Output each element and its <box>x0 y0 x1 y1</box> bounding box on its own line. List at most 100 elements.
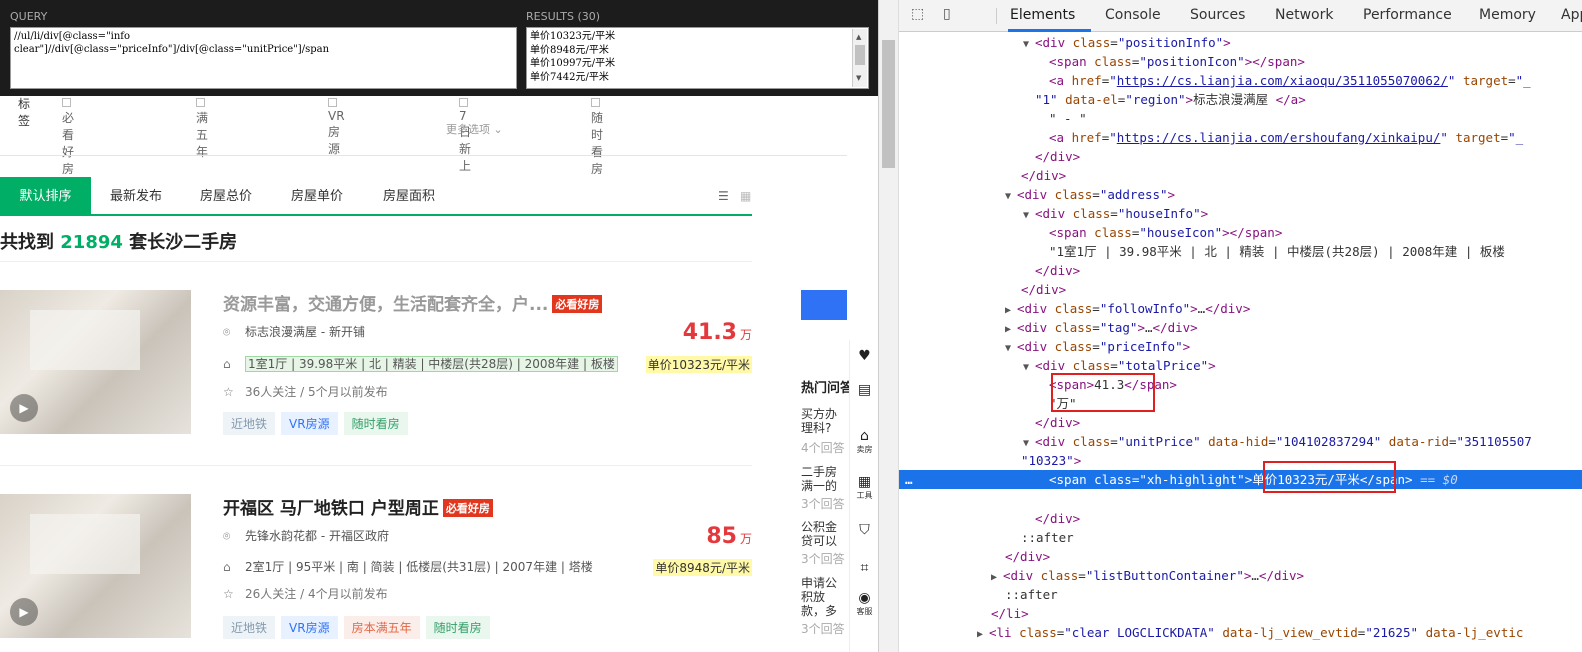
xpath-helper-panel: QUERY RESULTS (30) //ul/li/div[@class="i… <box>0 0 878 96</box>
tab-unit-price[interactable]: 房屋单价 <box>271 177 363 214</box>
tab-area[interactable]: 房屋面积 <box>363 177 455 214</box>
list-view-icon[interactable]: ☰ <box>718 189 729 203</box>
dom-node[interactable]: <span class="houseIcon"></span> <box>899 223 1582 242</box>
dom-node[interactable]: ▼ <div class="positionInfo"> <box>899 33 1582 52</box>
calculator-icon[interactable]: ▤ <box>850 382 878 398</box>
scan-icon[interactable]: ⌗ <box>850 560 878 576</box>
shield-icon[interactable]: ⛉ <box>850 522 878 538</box>
dom-node[interactable]: <a href="https://cs.lianjia.com/xiaoqu/3… <box>899 71 1582 90</box>
dom-node[interactable]: </li> <box>899 604 1582 623</box>
blue-action-button[interactable] <box>801 290 847 320</box>
tab-network[interactable]: Network <box>1275 7 1333 23</box>
heart-icon[interactable]: ♥ <box>850 348 878 364</box>
page-scrollbar[interactable] <box>879 0 899 652</box>
filter-option[interactable]: 随时看房 <box>591 95 606 177</box>
question-link[interactable]: 公积金贷可以重复 <box>801 520 847 548</box>
dom-node[interactable]: " - " <box>899 109 1582 128</box>
dom-node[interactable]: "1室1厅 | 39.98平米 | 北 | 精装 | 中楼层(共28层) | 2… <box>899 242 1582 261</box>
tab-sources[interactable]: Sources <box>1190 7 1245 23</box>
total-price: 85 万 <box>706 524 752 549</box>
listing-location[interactable]: ⌾ 标志浪漫满屋 - 新开铺 <box>223 323 365 340</box>
question-link[interactable]: 买方办理科? <box>801 407 847 435</box>
listing-photo[interactable]: ▶ <box>0 290 191 434</box>
devtools-panel: ⬚ ▯ Elements Console Sources Network Per… <box>878 0 1582 652</box>
highlight-box <box>1051 373 1155 412</box>
answer-count: 3个回答 <box>801 497 845 511</box>
listing-photo[interactable]: ▶ <box>0 494 191 638</box>
tab-total-price[interactable]: 房屋总价 <box>181 177 271 214</box>
filter-option[interactable]: 满五年 <box>196 95 211 160</box>
vr-play-icon[interactable]: ▶ <box>10 394 38 422</box>
dom-node[interactable]: <span>41.3</span> <box>899 375 1582 394</box>
listing-item: ▶ 开福区 马厂地铁口 户型周正 必看好房 ⌾ 先锋水韵花都 - 开福区政府 ⌂ 2室… <box>0 494 760 644</box>
tab-console[interactable]: Console <box>1105 7 1161 23</box>
vr-play-icon[interactable]: ▶ <box>10 598 38 626</box>
dom-node[interactable]: ▼ <div class="address"> <box>899 185 1582 204</box>
inspect-element-icon[interactable]: ⬚ <box>911 6 924 22</box>
tag: VR房源 <box>281 412 338 435</box>
star-icon: ☆ <box>223 385 234 399</box>
listing-title[interactable]: 资源丰富，交通方便，生活配套齐全，户... 必看好房 <box>223 290 603 315</box>
xpath-results[interactable]: 单价10323元/平米 单价8948元/平米 单价10997元/平米 单价744… <box>526 27 869 89</box>
hot-badge: 必看好房 <box>552 295 603 313</box>
dom-node[interactable]: <span class="positionIcon"></span> <box>899 52 1582 71</box>
unit-price: 单价8948元/平米 <box>653 559 752 576</box>
tab-application[interactable]: Application <box>1561 7 1582 23</box>
home-icon[interactable]: ⌂ 卖房 <box>850 428 878 455</box>
dom-node[interactable]: ▼ <div class="houseInfo"> <box>899 204 1582 223</box>
dom-node[interactable]: ▶ <div class="listButtonContainer">…</div… <box>899 566 1582 585</box>
dom-node[interactable]: </div> <box>899 280 1582 299</box>
unit-price: 单价10323元/平米 <box>645 356 752 373</box>
dom-node[interactable]: ▼ <div class="totalPrice"> <box>899 356 1582 375</box>
dom-node[interactable]: "万" <box>899 394 1582 413</box>
dom-node[interactable]: ::after <box>899 528 1582 547</box>
dom-node[interactable]: ▼ <div class="unitPrice" data-hid="104102… <box>899 432 1582 451</box>
answer-count: 3个回答 <box>801 552 845 566</box>
chat-icon[interactable]: ◉ 客服 <box>850 590 878 617</box>
dom-node[interactable]: ▶ <div class="followInfo">…</div> <box>899 299 1582 318</box>
dom-node[interactable]: </div> <box>899 261 1582 280</box>
result-item: 单价10997元/平米 <box>530 58 616 69</box>
dom-node[interactable]: </div> <box>899 166 1582 185</box>
screen: 标签 必看好房 满五年 VR房源 7日新上 随时看房 更多选项 ⌄ 默认排序 最… <box>0 0 1582 652</box>
dom-node[interactable]: ▶ <div class="tag">…</div> <box>899 318 1582 337</box>
tab-elements[interactable]: Elements <box>1010 7 1075 23</box>
tab-latest[interactable]: 最新发布 <box>91 177 181 214</box>
more-options-link[interactable]: 更多选项 ⌄ <box>446 121 503 137</box>
query-label: QUERY <box>10 10 48 23</box>
dom-node[interactable]: ▼ <div class="priceInfo"> <box>899 337 1582 356</box>
device-toggle-icon[interactable]: ▯ <box>943 6 951 22</box>
dom-node[interactable]: </div> <box>899 147 1582 166</box>
result-item: 单价7442元/平米 <box>530 71 609 83</box>
dom-node[interactable]: <a href="https://cs.lianjia.com/ershoufa… <box>899 128 1582 147</box>
listing-location[interactable]: ⌾ 先锋水韵花都 - 开福区政府 <box>223 527 389 544</box>
grid-icon[interactable]: ▦ 工具 <box>850 474 878 501</box>
question-link[interactable]: 二手房满一的区别 <box>801 465 847 493</box>
tag: 随时看房 <box>425 616 490 639</box>
dom-node[interactable]: "1" data-el="region">标志浪漫满屋 </a> <box>899 90 1582 109</box>
question-link[interactable]: 申请公积放款，多效? <box>801 576 847 618</box>
dom-node[interactable]: ▶ <li class="clear LOGCLICKDATA" data-lj_… <box>899 623 1582 642</box>
grid-view-icon[interactable]: ▦ <box>740 189 751 203</box>
dom-node-selected[interactable]: … <span class="xh-highlight">单价10323元/平米<… <box>899 470 1582 489</box>
tab-memory[interactable]: Memory <box>1479 7 1536 23</box>
dom-node[interactable]: "10323"> <box>899 451 1582 470</box>
xpath-query-input[interactable]: //ul/li/div[@class="info clear"]//div[@c… <box>10 27 517 89</box>
divider <box>996 8 997 24</box>
filter-option[interactable]: 必看好房 <box>62 95 77 177</box>
listing-title[interactable]: 开福区 马厂地铁口 户型周正 必看好房 <box>223 494 493 519</box>
scroll-thumb[interactable] <box>882 40 895 168</box>
dom-node[interactable]: </div> <box>899 547 1582 566</box>
divider <box>0 261 752 262</box>
dom-node[interactable]: </div> <box>899 509 1582 528</box>
sort-tabs: 默认排序 最新发布 房屋总价 房屋单价 房屋面积 ☰ ▦ <box>0 177 752 216</box>
results-scrollbar[interactable]: ▲ ▼ <box>852 29 867 87</box>
location-pin-icon: ⌾ <box>223 325 231 339</box>
hot-badge: 必看好房 <box>442 499 493 517</box>
dom-node[interactable]: </div> <box>899 413 1582 432</box>
tab-performance[interactable]: Performance <box>1363 7 1452 23</box>
location-pin-icon: ⌾ <box>223 529 231 543</box>
tab-default-sort[interactable]: 默认排序 <box>0 177 91 214</box>
dom-node[interactable]: ::after <box>899 585 1582 604</box>
filter-option[interactable]: VR房源 <box>328 95 345 157</box>
